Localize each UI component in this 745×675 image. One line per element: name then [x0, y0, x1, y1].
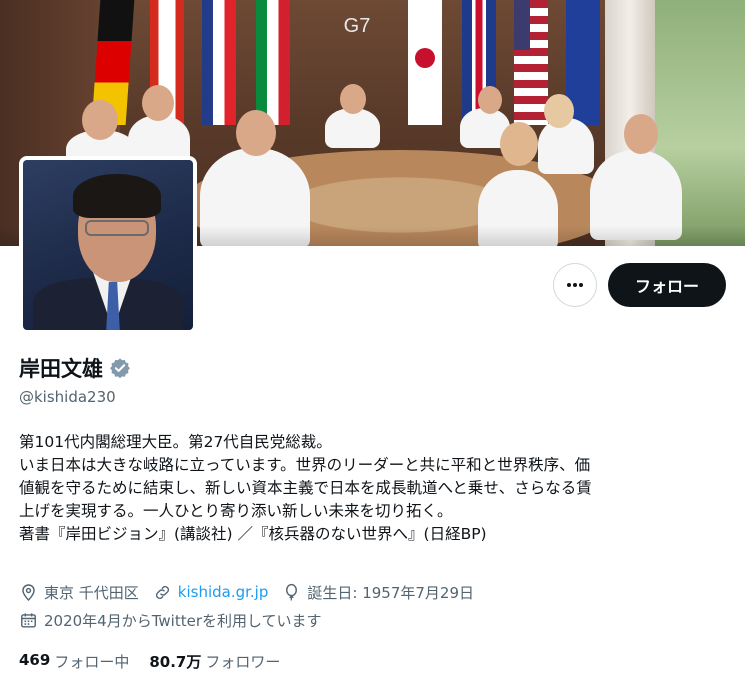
- website-link[interactable]: kishida.gr.jp: [178, 583, 269, 601]
- following-count: 469: [19, 651, 51, 669]
- birthday-text: 誕生日: 1957年7月29日: [307, 583, 475, 602]
- profile-bio: 第101代内閣総理大臣。第27代自民党総裁。 いま日本は大きな岐路に立っています…: [19, 431, 731, 546]
- bio-line: 第101代内閣総理大臣。第27代自民党総裁。: [19, 433, 332, 451]
- banner-person-head: [624, 114, 658, 154]
- location-text: 東京 千代田区: [44, 583, 139, 602]
- banner-person-head: [142, 85, 174, 121]
- g7-logo: G7: [344, 15, 371, 37]
- joined-text: 2020年4月からTwitterを利用しています: [44, 611, 322, 630]
- followers-count: 80.7万: [149, 653, 202, 671]
- banner-person-head: [340, 84, 366, 114]
- profile-name: 岸田文雄: [19, 357, 103, 381]
- flag-usa: [514, 0, 548, 125]
- bio-line: 上げを実現する。一人ひとり寄り添い新しい未来を切り拓く。: [19, 502, 453, 520]
- profile-birthday: 誕生日: 1957年7月29日: [282, 582, 474, 603]
- avatar-hair: [73, 174, 161, 218]
- profile-meta: 東京 千代田区 kishida.gr.jp 誕生日: 1957年7月29日 20…: [19, 578, 731, 634]
- followers-label: フォロワー: [205, 653, 281, 671]
- verified-badge-icon[interactable]: [109, 357, 131, 379]
- profile-joined: 2020年4月からTwitterを利用しています: [19, 610, 322, 631]
- banner-person-head: [500, 122, 538, 166]
- bio-line: 著書『岸田ビジョン』(講談社) ／『核兵器のない世界へ』(日経BP): [19, 525, 487, 543]
- more-dots-icon: [567, 283, 583, 287]
- banner-person-head: [82, 100, 118, 140]
- flag-italy: [256, 0, 290, 125]
- calendar-icon: [21, 612, 36, 628]
- g7-logo-text: G7: [344, 15, 371, 37]
- link-icon: [155, 585, 169, 599]
- balloon-icon: [286, 583, 298, 601]
- profile-name-row: 岸田文雄: [19, 353, 131, 383]
- banner-person-head: [478, 86, 502, 114]
- banner-person-head: [236, 110, 276, 156]
- following-stat[interactable]: 469 フォロー中: [19, 651, 129, 672]
- profile-stats: 469 フォロー中 80.7万 フォロワー: [19, 651, 280, 672]
- profile-handle: @kishida230: [19, 388, 116, 406]
- banner-person-head: [544, 94, 574, 128]
- bio-line: いま日本は大きな岐路に立っています。世界のリーダーと共に平和と世界秩序、価: [19, 456, 591, 474]
- banner-person: [325, 108, 380, 148]
- more-options-button[interactable]: [553, 263, 597, 307]
- profile-avatar[interactable]: [19, 156, 197, 334]
- bio-line: 値観を守るために結束し、新しい資本主義で日本を成長軌道へと乗せ、さらなる賃: [19, 479, 592, 497]
- follow-button[interactable]: フォロー: [608, 263, 726, 307]
- banner-person: [538, 118, 594, 174]
- location-pin-icon: [22, 583, 35, 601]
- flag-france: [202, 0, 236, 125]
- avatar-glasses: [85, 220, 149, 236]
- following-label: フォロー中: [54, 653, 130, 671]
- profile-location: 東京 千代田区: [19, 582, 139, 603]
- flag-japan: [408, 0, 442, 125]
- profile-website[interactable]: kishida.gr.jp: [153, 583, 269, 602]
- followers-stat[interactable]: 80.7万 フォロワー: [149, 651, 280, 672]
